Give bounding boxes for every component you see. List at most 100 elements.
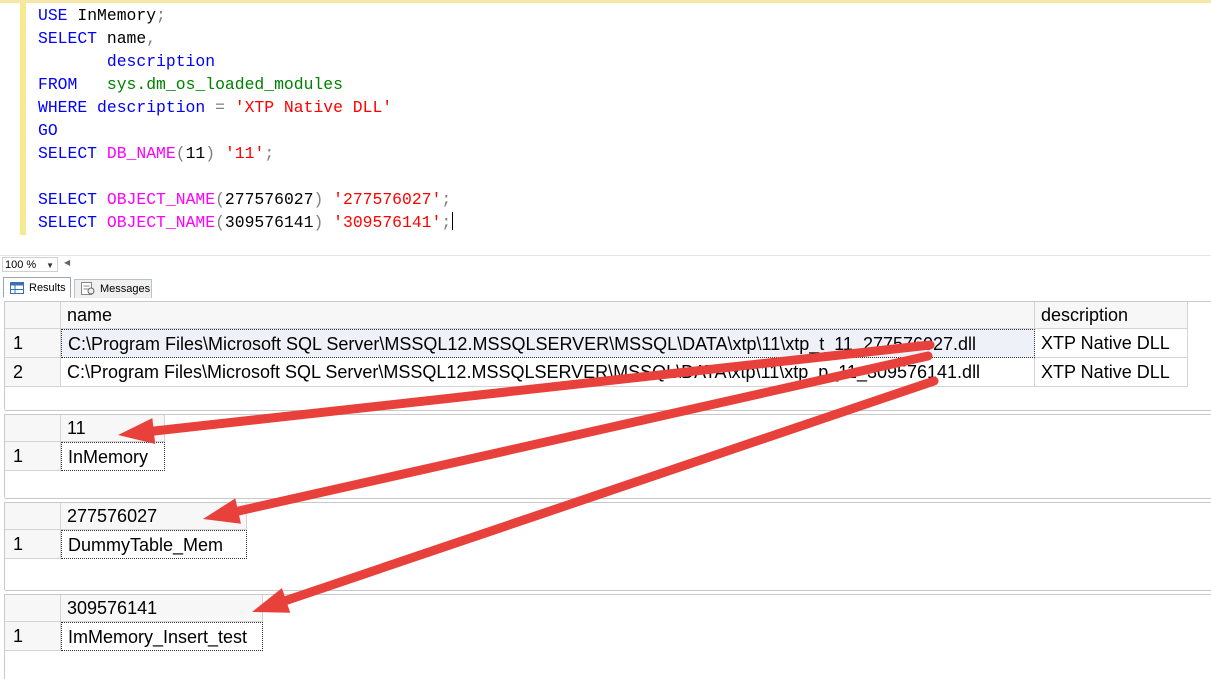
code-line[interactable]: SELECT OBJECT_NAME(277576027) '277576027… — [38, 188, 453, 211]
grid-divider — [5, 498, 1211, 499]
code-token: ) — [313, 213, 324, 232]
code-token: 277576027 — [224, 190, 314, 209]
zoom-value: 100 % — [5, 259, 37, 271]
code-token: WHERE — [38, 98, 88, 117]
tab-results[interactable]: Results — [3, 277, 71, 298]
grid-corner[interactable] — [5, 302, 61, 329]
table-cell-value[interactable]: DummyTable_Mem — [61, 530, 247, 559]
code-token: 11 — [185, 144, 206, 163]
code-line[interactable]: SELECT OBJECT_NAME(309576141) '309576141… — [38, 211, 454, 234]
code-token: FROM — [38, 75, 78, 94]
code-token: '277576027' — [333, 190, 442, 209]
sql-code[interactable]: USE InMemory; SELECT name, description FRO… — [38, 4, 454, 234]
result-grid-modules[interactable]: name description 1 C:\Program Files\Micr… — [4, 301, 1211, 411]
code-token: 'XTP Native DLL' — [234, 98, 393, 117]
code-line[interactable] — [38, 165, 453, 188]
code-token: = — [205, 98, 235, 117]
code-token: SELECT — [38, 190, 98, 209]
table-cell-value[interactable]: InMemory — [61, 442, 165, 471]
code-token: ) — [313, 190, 324, 209]
code-line[interactable]: GO — [38, 119, 453, 142]
code-token: sys.dm_os_loaded_modules — [106, 75, 343, 94]
code-token: OBJECT_NAME — [106, 213, 216, 232]
column-header-description[interactable]: description — [1035, 302, 1188, 329]
code-line[interactable]: SELECT DB_NAME(11) '11'; — [38, 142, 453, 165]
result-grid-object-277576027[interactable]: 277576027 1 DummyTable_Mem — [4, 502, 1211, 591]
code-token: ( — [175, 144, 186, 163]
code-token: USE — [38, 6, 68, 25]
row-number[interactable]: 1 — [5, 442, 61, 471]
row-number[interactable]: 1 — [5, 329, 61, 358]
code-token: ; — [441, 190, 452, 209]
grid-icon — [10, 282, 24, 294]
grid-divider — [5, 410, 1211, 411]
text-caret — [452, 212, 454, 230]
table-cell-description[interactable]: XTP Native DLL — [1035, 358, 1188, 387]
code-token: SELECT — [38, 213, 98, 232]
zoom-dropdown[interactable]: 100 % ▼ — [2, 257, 58, 272]
query-editor[interactable]: USE InMemory; SELECT name, description FRO… — [0, 0, 1211, 253]
code-token: ) — [205, 144, 216, 163]
code-token: SELECT — [38, 144, 98, 163]
table-cell-description[interactable]: XTP Native DLL — [1035, 329, 1188, 358]
editor-status-strip: 100 % ▼ ◀ — [0, 255, 1211, 274]
row-number[interactable]: 1 — [5, 530, 61, 559]
code-token: description — [97, 98, 206, 117]
scroll-left-icon[interactable]: ◀ — [64, 258, 70, 267]
code-token: SELECT — [38, 29, 98, 48]
code-token: , — [146, 29, 157, 48]
code-token: GO — [38, 121, 58, 140]
code-line[interactable]: USE InMemory; — [38, 4, 453, 27]
result-grid-dbname[interactable]: 11 1 InMemory — [4, 414, 1211, 499]
chevron-down-icon: ▼ — [46, 261, 54, 270]
grid-corner[interactable] — [5, 503, 61, 530]
row-number[interactable]: 1 — [5, 622, 61, 651]
code-line[interactable]: FROM sys.dm_os_loaded_modules — [38, 73, 453, 96]
tab-messages[interactable]: Messages — [74, 279, 152, 298]
code-token: name — [97, 29, 147, 48]
code-token: ; — [441, 213, 452, 232]
code-token: DB_NAME — [106, 144, 176, 163]
grid-corner[interactable] — [5, 415, 61, 442]
messages-icon — [81, 282, 95, 295]
column-header-11[interactable]: 11 — [61, 415, 165, 442]
code-token: ( — [215, 213, 225, 232]
code-line[interactable]: description — [38, 50, 453, 73]
results-pane: name description 1 C:\Program Files\Micr… — [0, 298, 1211, 679]
editor-change-bar — [20, 3, 26, 235]
column-header-name[interactable]: name — [61, 302, 1035, 329]
code-token: OBJECT_NAME — [106, 190, 216, 209]
table-cell-name[interactable]: C:\Program Files\Microsoft SQL Server\MS… — [61, 329, 1035, 358]
code-token: description — [106, 52, 216, 71]
table-cell-name[interactable]: C:\Program Files\Microsoft SQL Server\MS… — [61, 358, 1035, 387]
result-grid-object-309576141[interactable]: 309576141 1 ImMemory_Insert_test — [4, 594, 1211, 679]
column-header-309576141[interactable]: 309576141 — [61, 595, 263, 622]
code-token: ; — [156, 6, 166, 25]
code-token: ( — [215, 190, 225, 209]
code-token: InMemory — [67, 6, 157, 25]
results-tabbar: Results Messages — [0, 274, 1211, 299]
table-cell-value[interactable]: ImMemory_Insert_test — [61, 622, 263, 651]
grid-divider — [5, 590, 1211, 591]
code-line[interactable]: WHERE description = 'XTP Native DLL' — [38, 96, 453, 119]
column-header-277576027[interactable]: 277576027 — [61, 503, 247, 530]
tab-results-label: Results — [29, 282, 66, 294]
grid-corner[interactable] — [5, 595, 61, 622]
code-line[interactable]: SELECT name, — [38, 27, 453, 50]
code-token: ; — [264, 144, 275, 163]
code-token: 309576141 — [224, 213, 314, 232]
row-number[interactable]: 2 — [5, 358, 61, 387]
tab-messages-label: Messages — [100, 283, 151, 295]
editor-top-strip — [0, 0, 1211, 3]
code-token: '11' — [224, 144, 265, 163]
code-token: '309576141' — [333, 213, 442, 232]
